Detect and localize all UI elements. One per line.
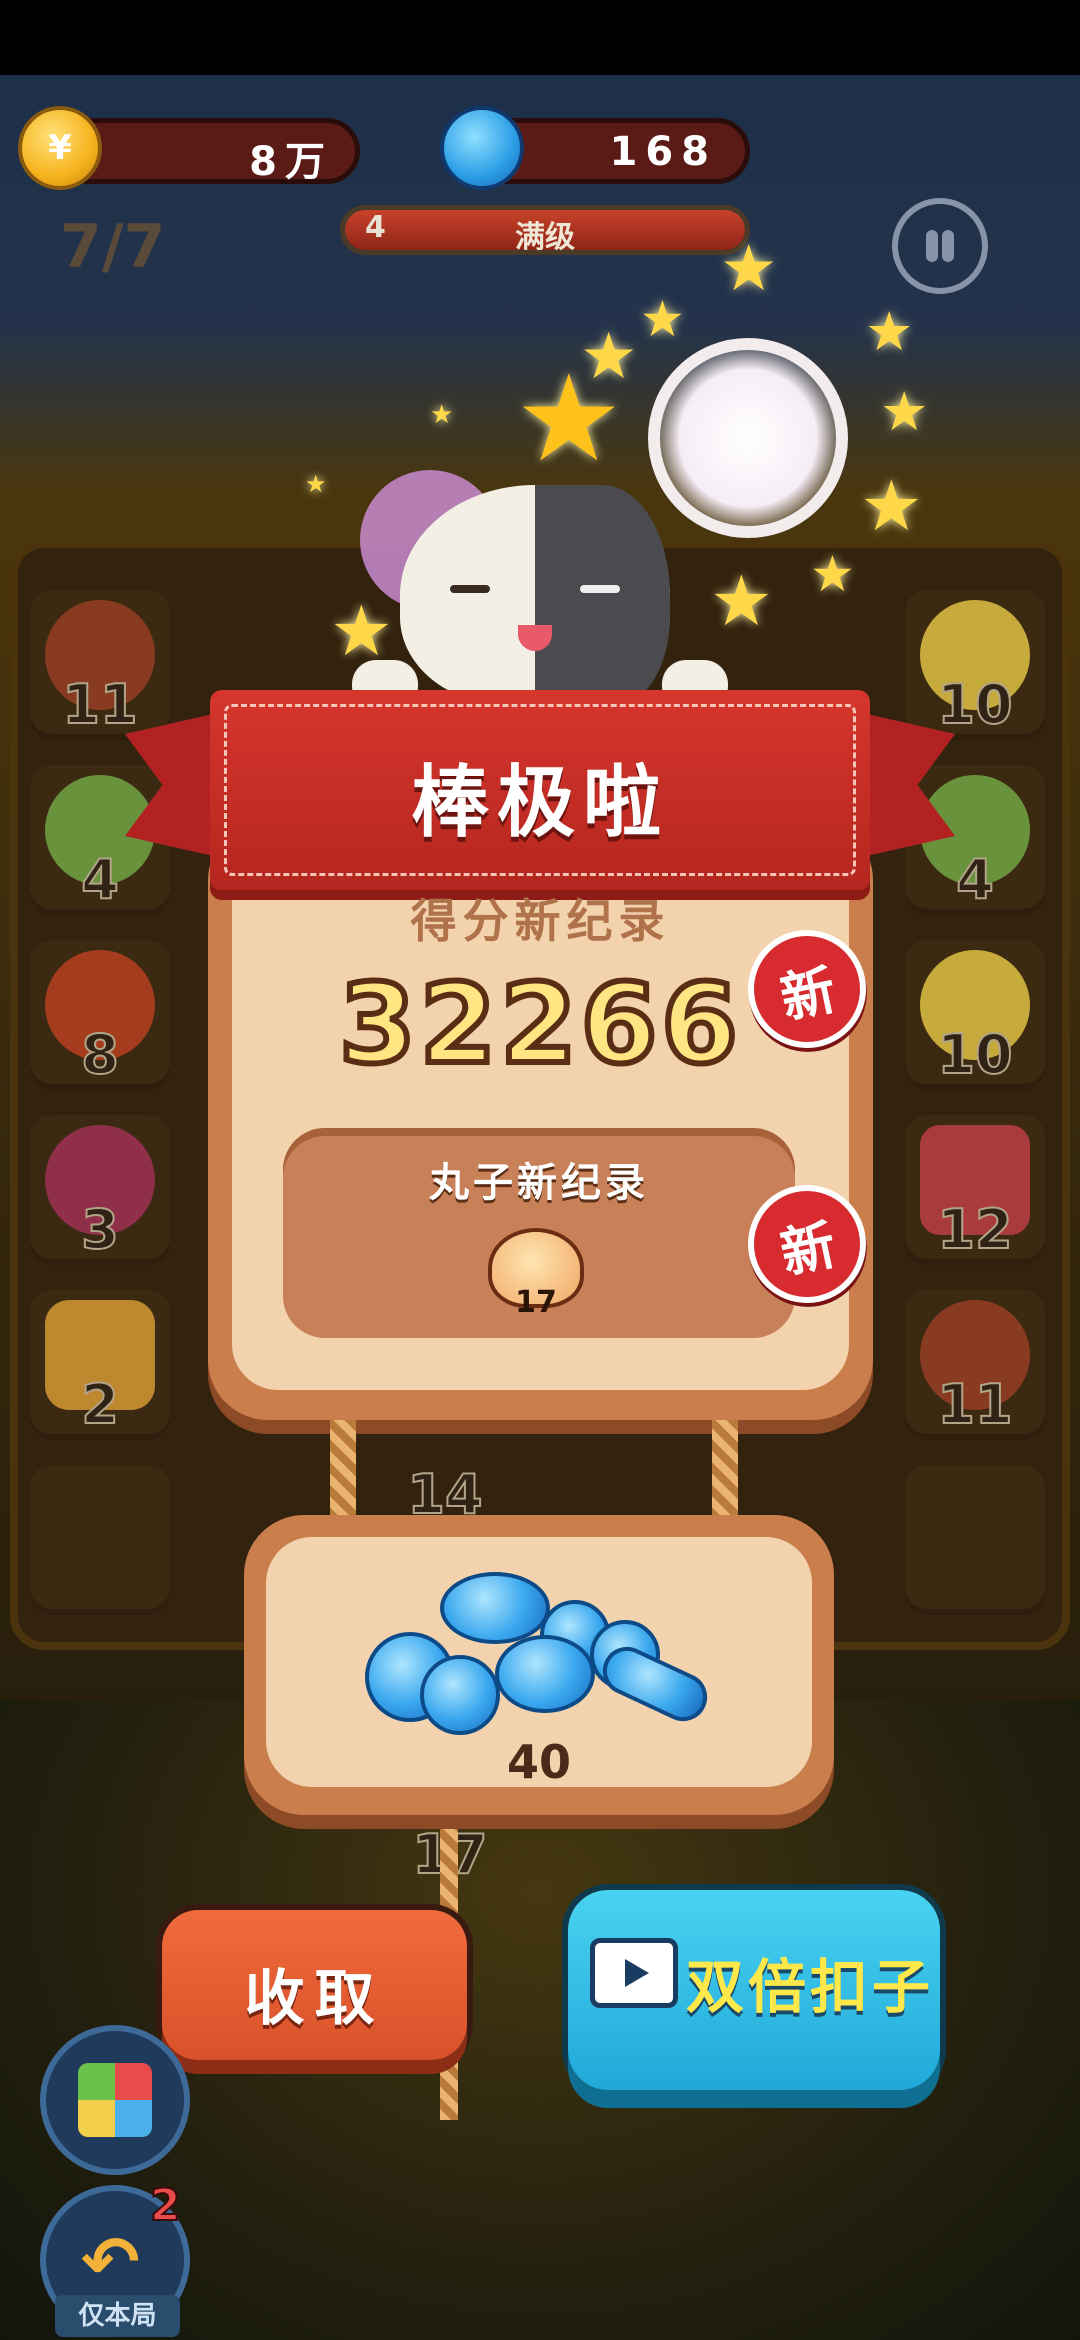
undo-count: 2	[149, 2179, 182, 2232]
ball-record-value: 17	[515, 1285, 557, 1320]
pause-button[interactable]	[892, 198, 988, 294]
blue-button-icon	[495, 1635, 595, 1713]
star-icon: ★	[865, 300, 914, 363]
star-icon: ★	[720, 232, 778, 306]
cat-eye-right	[580, 585, 620, 593]
coin-value: 8万	[249, 139, 333, 185]
star-icon: ★	[640, 290, 685, 348]
double-reward-label: 双倍扣子	[686, 1953, 935, 2021]
cube-icon	[78, 2063, 152, 2137]
sparkle-icon: ★	[305, 470, 327, 498]
blue-button-icon	[420, 1655, 500, 1735]
rope	[330, 1420, 356, 1530]
star-icon: ★	[860, 465, 923, 547]
moves-counter: 7/7	[60, 212, 166, 282]
undo-icon: ↶	[81, 2221, 140, 2303]
star-icon: ★	[880, 380, 929, 443]
title-ribbon: 棒极啦	[210, 690, 870, 890]
cat-patch	[535, 485, 670, 705]
coin-symbol: ¥	[48, 128, 72, 168]
dialog-title: 棒极啦	[410, 758, 669, 848]
ball-record-label: 丸子新纪录	[429, 1160, 649, 1206]
collect-button[interactable]: 收取	[162, 1910, 467, 2060]
big-star-icon: ★	[515, 350, 623, 489]
level-progress-bar: 4 满级	[340, 205, 750, 255]
star-icon: ★	[810, 545, 855, 603]
cat-mascot	[400, 485, 670, 705]
rope	[712, 1420, 738, 1530]
button-value: 168	[609, 129, 717, 175]
shuffle-tool-button[interactable]	[40, 2025, 190, 2175]
blue-button-icon	[440, 106, 524, 190]
coin-icon: ¥	[18, 106, 102, 190]
double-reward-button[interactable]: 双倍扣子	[568, 1890, 940, 2090]
undo-label: 仅本局	[55, 2295, 180, 2337]
video-ad-icon	[590, 1938, 678, 2008]
sparkle-icon: ★	[430, 400, 454, 430]
star-icon: ★	[710, 560, 773, 642]
level-status: 满级	[515, 220, 575, 255]
collect-label: 收取	[244, 1964, 385, 2034]
cat-eye-left	[450, 585, 490, 593]
blue-button-icon	[440, 1572, 550, 1644]
reward-count: 40	[506, 1735, 571, 1789]
glowing-orb	[648, 338, 848, 538]
